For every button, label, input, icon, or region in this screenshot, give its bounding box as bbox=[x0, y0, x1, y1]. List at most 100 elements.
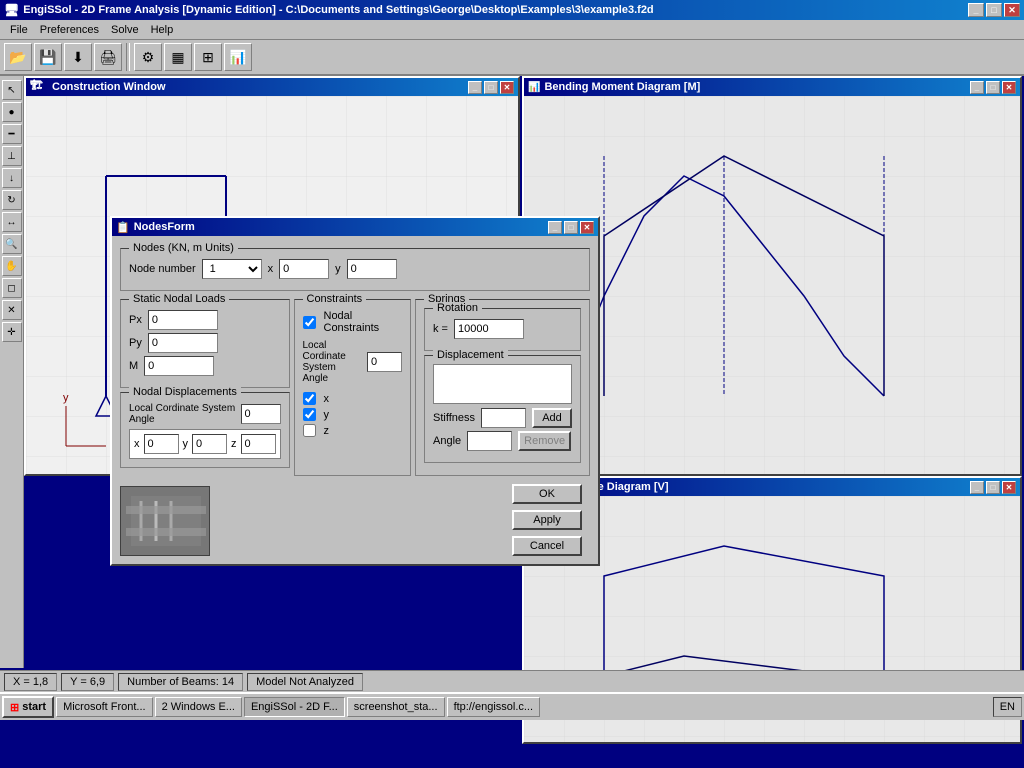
px-input[interactable] bbox=[148, 310, 218, 330]
minimize-button[interactable]: _ bbox=[968, 3, 984, 17]
x-check[interactable] bbox=[303, 392, 316, 405]
thumbnail bbox=[120, 486, 210, 556]
sidebar-load[interactable]: ↓ bbox=[2, 168, 22, 188]
axial-maximize[interactable]: □ bbox=[986, 481, 1000, 494]
coord-y: Y = 6,9 bbox=[70, 676, 105, 688]
main-area: ↖ ● ━ ⊥ ↓ ↻ ↔ 🔍 ✋ ◻ ✕ ✛ 🏗 Construction W… bbox=[0, 76, 1024, 668]
language-indicator: EN bbox=[1000, 701, 1015, 713]
sidebar-move[interactable]: ✛ bbox=[2, 322, 22, 342]
y-input[interactable] bbox=[347, 259, 397, 279]
x-input[interactable] bbox=[279, 259, 329, 279]
maximize-button[interactable]: □ bbox=[986, 3, 1002, 17]
taskbar-windows[interactable]: 2 Windows E... bbox=[155, 697, 242, 717]
sidebar-node[interactable]: ● bbox=[2, 102, 22, 122]
y-label: y bbox=[335, 263, 341, 275]
sidebar-delete[interactable]: ✕ bbox=[2, 300, 22, 320]
axial-minimize[interactable]: _ bbox=[970, 481, 984, 494]
nodal-constraints-check[interactable] bbox=[303, 316, 316, 329]
x-label: x bbox=[268, 263, 274, 275]
construction-title: Construction Window bbox=[52, 81, 166, 93]
taskbar-engissol-label: EngiSSol - 2D F... bbox=[251, 701, 338, 713]
taskbar-screenshot[interactable]: screenshot_sta... bbox=[347, 697, 445, 717]
dialog-minimize[interactable]: _ bbox=[548, 221, 562, 234]
taskbar: ⊞ start Microsoft Front... 2 Windows E..… bbox=[0, 692, 1024, 720]
bending-minimize[interactable]: _ bbox=[970, 81, 984, 94]
construction-maximize[interactable]: □ bbox=[484, 81, 498, 94]
coord-bar: X = 1,8 Y = 6,9 Number of Beams: 14 Mode… bbox=[0, 670, 1024, 692]
taskbar-engissol[interactable]: EngiSSol - 2D F... bbox=[244, 697, 345, 717]
toolbar-chart[interactable]: 📊 bbox=[224, 43, 252, 71]
add-button[interactable]: Add bbox=[532, 408, 572, 428]
app-icon: 🖥 bbox=[4, 3, 19, 17]
rotation-group: Rotation k = bbox=[424, 308, 581, 351]
toolbar-settings[interactable]: ⚙ bbox=[134, 43, 162, 71]
sidebar-cursor[interactable]: ↖ bbox=[2, 80, 22, 100]
axial-close[interactable]: ✕ bbox=[1002, 481, 1016, 494]
windows-logo: ⊞ bbox=[10, 701, 19, 714]
k-input[interactable] bbox=[454, 319, 524, 339]
analysis-status: Model Not Analyzed bbox=[256, 676, 354, 688]
taskbar-front[interactable]: Microsoft Front... bbox=[56, 697, 153, 717]
toolbar-print[interactable]: 🖨 bbox=[94, 43, 122, 71]
construction-minimize[interactable]: _ bbox=[468, 81, 482, 94]
sidebar-select[interactable]: ◻ bbox=[2, 278, 22, 298]
sidebar-zoom[interactable]: 🔍 bbox=[2, 234, 22, 254]
start-button[interactable]: ⊞ start bbox=[2, 696, 54, 718]
cancel-button[interactable]: Cancel bbox=[512, 536, 582, 556]
sidebar-pan[interactable]: ✋ bbox=[2, 256, 22, 276]
y-check[interactable] bbox=[303, 408, 316, 421]
sidebar-moment[interactable]: ↻ bbox=[2, 190, 22, 210]
py-input[interactable] bbox=[148, 333, 218, 353]
k-label: k = bbox=[433, 323, 448, 335]
dialog-icon: 📋 bbox=[116, 221, 130, 234]
angle-input[interactable] bbox=[467, 431, 512, 451]
y-disp-label: y bbox=[183, 438, 189, 450]
menu-help[interactable]: Help bbox=[145, 22, 180, 38]
menu-file[interactable]: File bbox=[4, 22, 34, 38]
toolbar-table[interactable]: ⊞ bbox=[194, 43, 222, 71]
z-check[interactable] bbox=[303, 424, 316, 437]
nodal-disp-label: Nodal Displacements bbox=[129, 386, 241, 398]
sidebar-dimension[interactable]: ↔ bbox=[2, 212, 22, 232]
stiffness-input[interactable] bbox=[481, 408, 526, 428]
constraints-group: Constraints Nodal Constraints Local Cord… bbox=[294, 299, 412, 476]
dialog-close[interactable]: ✕ bbox=[580, 221, 594, 234]
construction-close[interactable]: ✕ bbox=[500, 81, 514, 94]
ok-button[interactable]: OK bbox=[512, 484, 582, 504]
svg-text:y: y bbox=[63, 392, 69, 404]
menu-preferences[interactable]: Preferences bbox=[34, 22, 105, 38]
py-label: Py bbox=[129, 337, 142, 349]
y-disp-input[interactable] bbox=[192, 434, 227, 454]
z-check-label: z bbox=[324, 425, 330, 437]
toolbar-grid[interactable]: ▦ bbox=[164, 43, 192, 71]
coord-x-panel: X = 1,8 bbox=[4, 673, 57, 691]
bending-close[interactable]: ✕ bbox=[1002, 81, 1016, 94]
local-coord-angle-input[interactable] bbox=[241, 404, 281, 424]
x-disp-label: x bbox=[134, 438, 140, 450]
x-disp-input[interactable] bbox=[144, 434, 179, 454]
taskbar-tray: EN bbox=[993, 697, 1022, 717]
bending-title: Bending Moment Diagram [M] bbox=[544, 81, 700, 93]
app-titlebar: 🖥 EngiSSol - 2D Frame Analysis [Dynamic … bbox=[0, 0, 1024, 20]
toolbar-download[interactable]: ⬇ bbox=[64, 43, 92, 71]
z-disp-label: z bbox=[231, 438, 237, 450]
toolbar-save[interactable]: 💾 bbox=[34, 43, 62, 71]
apply-button[interactable]: Apply bbox=[512, 510, 582, 530]
m-input[interactable] bbox=[144, 356, 214, 376]
bending-maximize[interactable]: □ bbox=[986, 81, 1000, 94]
angle-label: Angle bbox=[433, 435, 461, 447]
taskbar-screenshot-label: screenshot_sta... bbox=[354, 701, 438, 713]
close-button[interactable]: ✕ bbox=[1004, 3, 1020, 17]
local-coord-input[interactable] bbox=[367, 352, 402, 372]
dialog-restore[interactable]: □ bbox=[564, 221, 578, 234]
taskbar-ftp[interactable]: ftp://engissol.c... bbox=[447, 697, 540, 717]
nodal-constraints-label: Nodal Constraints bbox=[324, 310, 403, 334]
toolbar-open[interactable]: 📂 bbox=[4, 43, 32, 71]
node-number-select[interactable]: 1 bbox=[202, 259, 262, 279]
z-disp-input[interactable] bbox=[241, 434, 276, 454]
springs-group: Springs Rotation k = bbox=[415, 299, 590, 476]
menu-solve[interactable]: Solve bbox=[105, 22, 145, 38]
sidebar-support[interactable]: ⊥ bbox=[2, 146, 22, 166]
remove-button[interactable]: Remove bbox=[518, 431, 571, 451]
sidebar-beam[interactable]: ━ bbox=[2, 124, 22, 144]
